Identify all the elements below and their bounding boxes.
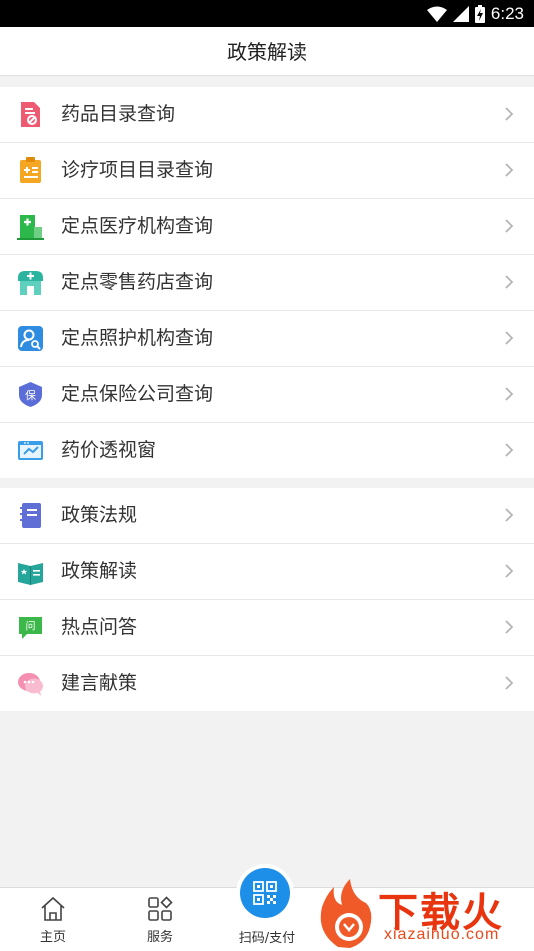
list-item-insurance[interactable]: 保 定点保险公司查询 [0,367,534,423]
policy-list: 政策法规 政策解读 问 热点问答 建言献策 [0,488,534,711]
grid-services-icon [148,896,173,921]
chevron-right-icon [505,564,514,578]
treatment-items-icon [20,157,41,183]
tab-home-label: 主页 [39,930,66,945]
chevron-right-icon [505,676,514,690]
home-icon [41,896,65,921]
list-item-treatment-items[interactable]: 诊疗项目目录查询 [0,143,534,199]
suggestion-chat-icon [18,673,43,696]
list-item-label: 定点保险公司查询 [61,383,214,405]
list-item-label: 药价透视窗 [61,439,157,461]
cell-signal-icon [452,5,469,22]
list-item-label: 定点照护机构查询 [61,327,214,349]
chevron-right-icon [505,443,514,457]
list-item-policy-reading[interactable]: 政策解读 [0,544,534,600]
tab-home[interactable]: 主页 [13,888,93,951]
tab-services-label: 服务 [146,930,173,945]
page-title: 政策解读 [0,27,534,76]
chevron-right-icon [505,219,514,233]
price-window-icon [18,441,43,460]
list-item-hot-qa[interactable]: 问 热点问答 [0,600,534,656]
chevron-right-icon [505,331,514,345]
status-bar: 6:23 [0,0,534,27]
care-facility-icon [18,326,43,351]
list-item-label: 定点零售药店查询 [61,271,214,293]
policy-book-icon [20,503,41,528]
list-item-drug-price[interactable]: 药价透视窗 [0,423,534,478]
list-item-label: 建言献策 [61,672,138,694]
hospital-icon [17,215,44,240]
list-item-label: 诊疗项目目录查询 [61,159,214,181]
status-time: 6:23 [490,3,524,23]
policy-reading-icon [18,563,43,585]
tab-scan-label: 扫码/支付 [238,931,296,946]
list-item-label: 定点医疗机构查询 [61,215,214,237]
tab-services[interactable]: 服务 [120,888,200,951]
chevron-right-icon [505,620,514,634]
list-item-hospital[interactable]: 定点医疗机构查询 [0,199,534,255]
svg-text:问: 问 [26,620,36,633]
query-list: 药品目录查询 诊疗项目目录查询 定点医疗机构查询 定点零售药店查询 定点照护机构… [0,87,534,478]
list-item-suggestions[interactable]: 建言献策 [0,656,534,711]
scan-pay-button[interactable] [240,868,290,918]
drug-catalog-icon [21,102,40,127]
list-item-care-facility[interactable]: 定点照护机构查询 [0,311,534,367]
svg-text:保: 保 [25,388,36,402]
qa-chat-icon: 问 [19,617,42,639]
watermark-url: xiazaihuo.com [384,926,500,943]
list-item-drug-catalog[interactable]: 药品目录查询 [0,87,534,143]
chevron-right-icon [505,508,514,522]
chevron-right-icon [505,275,514,289]
chevron-right-icon [505,387,514,401]
chevron-right-icon [505,163,514,177]
list-item-label: 药品目录查询 [61,103,176,125]
wifi-icon [426,6,447,22]
insurance-shield-icon: 保 [19,382,42,407]
chevron-right-icon [505,107,514,121]
battery-icon [474,4,485,23]
pharmacy-icon [18,271,43,295]
list-item-policy-regulations[interactable]: 政策法规 [0,488,534,544]
list-item-pharmacy[interactable]: 定点零售药店查询 [0,255,534,311]
list-item-label: 政策解读 [61,560,138,582]
list-item-label: 热点问答 [61,616,138,638]
list-item-label: 政策法规 [61,504,138,526]
qr-code-icon [253,881,277,905]
